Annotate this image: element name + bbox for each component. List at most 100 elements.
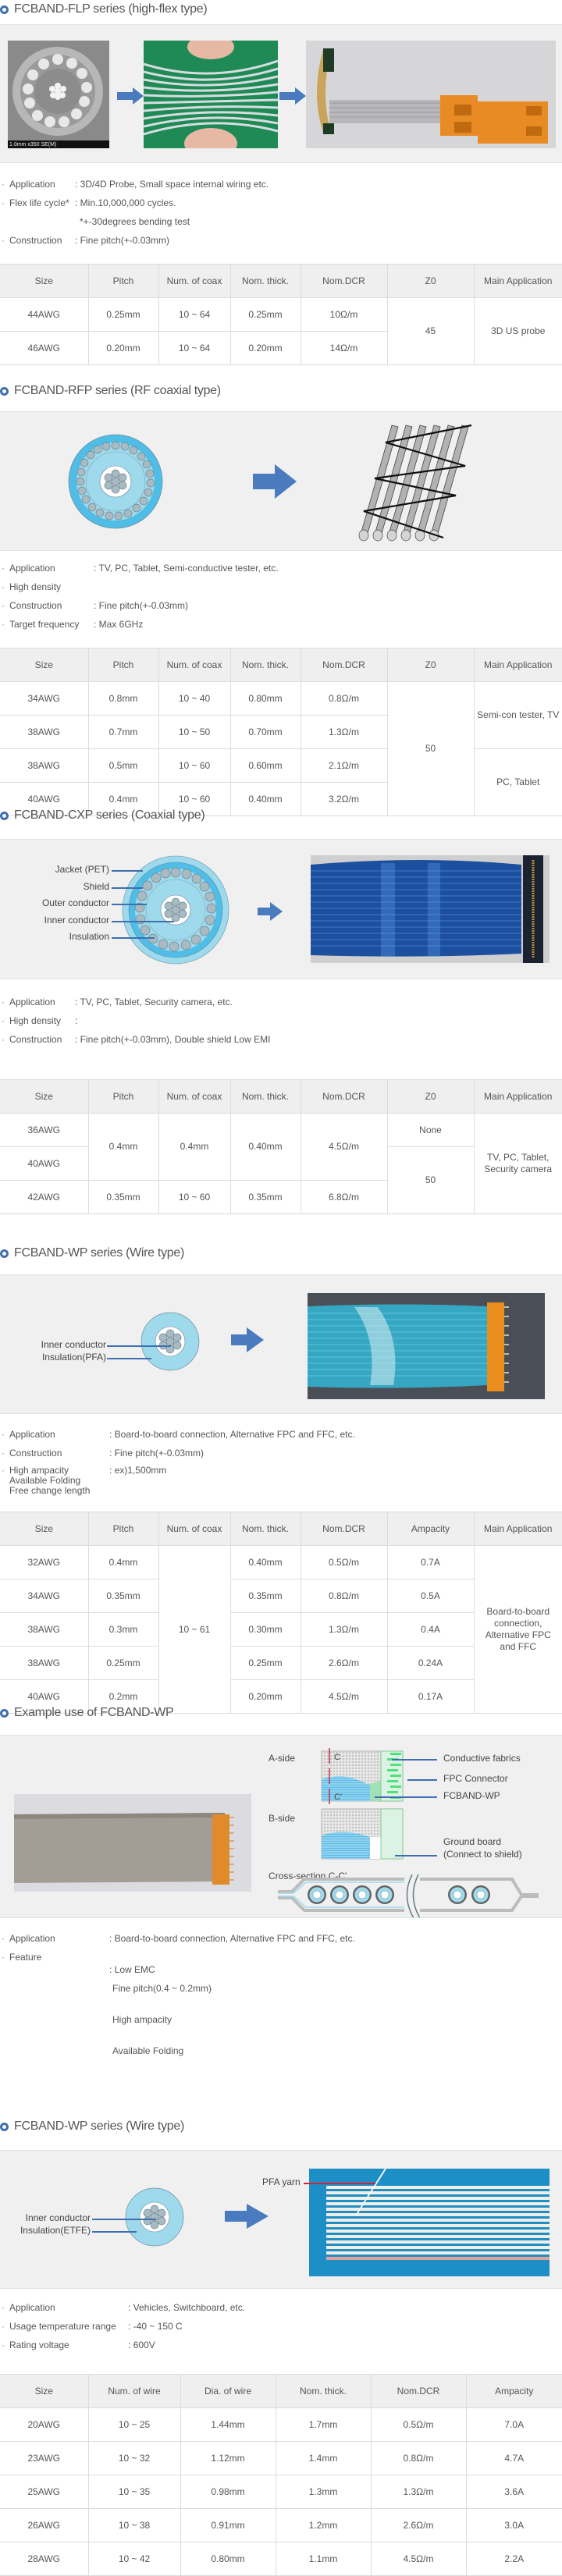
flex-wires-icon <box>144 41 278 148</box>
bullet-ring-icon <box>0 811 9 820</box>
bullet-ring-icon <box>0 1708 9 1718</box>
section-title: FCBAND-WP series (Wire type) <box>0 1245 184 1262</box>
table-row: 38AWG 0.5mm 10 ~ 60 0.60mm 2.1Ω/m PC, Tablet <box>0 748 562 816</box>
table-row: 25AWG 10 ~ 35 0.98mm 1.3mm 1.3Ω/m 3.6A <box>0 2475 562 2509</box>
coax-layers-icon <box>122 855 229 965</box>
spec-item: · Target frequency: Max 6GHz <box>2 619 144 630</box>
product-figure: 1.0mm x350 SE(M) <box>0 24 562 163</box>
label-jacket: Jacket (PET) <box>55 864 109 875</box>
spec-item: · Construction : Fine pitch(+-0.03mm) <box>2 235 170 246</box>
label-shield: Shield <box>83 881 109 892</box>
bullet-ring-icon <box>0 2122 9 2131</box>
leader-line <box>375 1796 437 1798</box>
right-arrow-icon <box>258 902 283 921</box>
twisted-cable-icon <box>358 424 472 542</box>
spec-item: · Construction: Fine pitch(+-0.03mm), Dou… <box>2 1034 271 1045</box>
spec-list: · Application: TV, PC, Tablet, Semi-condu… <box>0 562 562 637</box>
label-insulation: Insulation <box>69 931 109 942</box>
table-row: 44AWG 0.25mm 10 ~ 64 0.25mm 10Ω/m 45 3D US pr… <box>0 297 562 365</box>
spec-item: · Usage temperature range: -40 ~ 150 C <box>2 2321 183 2332</box>
table-header-row: Size Pitch Num. of coax Nom. thick. Nom.DCR A… <box>0 1512 562 1546</box>
product-figure <box>0 411 562 551</box>
leader-line <box>112 904 147 905</box>
table-header-row: Size Num. of wire Dia. of wire Nom. thick. N… <box>0 2374 562 2408</box>
spec-item: · Rating voltage: 600V <box>2 2340 155 2350</box>
leader-line <box>407 1779 437 1781</box>
leader-line <box>112 937 155 939</box>
spec-item: · Application : 3D/4D Probe, Small space… <box>2 179 269 190</box>
label-mark-c-prime: C' <box>334 1793 343 1802</box>
section-title: FCBAND-RFP series (RF coaxial type) <box>0 382 221 400</box>
table-row: 26AWG 10 ~ 38 0.91mm 1.2mm 2.6Ω/m 3.0A <box>0 2508 562 2542</box>
spec-item: · Application: TV, PC, Tablet, Semi-condu… <box>2 563 279 574</box>
spec-table-wp-etfe: Size Num. of wire Dia. of wire Nom. thick. N… <box>0 2374 562 2576</box>
shielded-cable-photo <box>14 1794 251 1892</box>
label-outer-conductor: Outer conductor <box>41 897 109 908</box>
label-inner-conductor: Inner conductor <box>44 915 109 926</box>
leader-line <box>112 921 174 922</box>
flex-cable-photo <box>144 41 278 148</box>
spec-list: · Application: Board-to-board connection,… <box>0 1932 562 2076</box>
right-arrow-icon <box>231 1327 264 1352</box>
right-arrow-icon <box>279 87 306 105</box>
cross-section-diagram-icon <box>278 1874 539 1917</box>
callout-ground-board: Ground board (Connect to shield) <box>443 1836 522 1860</box>
bullet-ring-icon <box>0 1249 9 1258</box>
product-figure: A-side B-side C C' Conductive fabrics FP… <box>0 1735 562 1918</box>
sem-cable-icon <box>8 41 109 148</box>
section-title: Example use of FCBAND-WP <box>0 1704 174 1721</box>
leader-line <box>395 1855 437 1856</box>
spec-table-cxp: Size Pitch Num. of coax Nom. thick. Nom.DCR Z… <box>0 1079 562 1214</box>
section-wp-etfe: FCBAND-WP series (Wire type) Inner condu… <box>0 2083 562 2576</box>
table-row: 32AWG 0.4mm 10 ~ 61 0.40mm 0.5Ω/m 0.7A Boar… <box>0 1545 562 1714</box>
leader-line <box>112 870 143 872</box>
spec-list: · Application : 3D/4D Probe, Small space… <box>0 178 562 253</box>
table-header-row: Size Pitch Num. of coax Nom. thick. Nom.DCR Z… <box>0 648 562 682</box>
section-cxp: FCBAND-CXP series (Coaxial type) Jacket … <box>0 796 562 1217</box>
leader-line <box>92 2219 156 2220</box>
cyan-ribbon-cable-photo <box>308 1293 545 1399</box>
blue-ribbon-cable-photo <box>311 855 550 963</box>
spec-list: · Application: Vehicles, Switchboard, etc… <box>0 2301 562 2357</box>
shielded-cable-icon <box>14 1794 251 1892</box>
spec-item: · Feature : Low EMC Fine pitch(0.4 ~ 0.2m… <box>2 1952 212 2056</box>
leader-line <box>92 2231 137 2233</box>
cyan-ribbon-cable-icon <box>308 1293 545 1399</box>
label-insulation: Insulation(PFA) <box>41 1352 106 1363</box>
spec-table-rfp: Size Pitch Num. of coax Nom. thick. Nom.DCR Z… <box>0 648 562 816</box>
section-title: FCBAND-FLP series (high-flex type) <box>0 1 208 18</box>
spec-item: · Application: Vehicles, Switchboard, etc… <box>2 2302 246 2313</box>
photo-caption: 1.0mm x350 SE(M) <box>9 142 57 147</box>
leader-line <box>392 1759 437 1761</box>
spec-item: · Application: Board-to-board connection,… <box>2 1933 355 1944</box>
label-b-side: B-side <box>269 1813 296 1824</box>
table-row: 36AWG 0.4mm 0.4mm 0.40mm 4.5Ω/m None TV,… <box>0 1113 562 1214</box>
white-wire-ribbon-photo <box>309 2169 550 2276</box>
blue-ribbon-cable-icon <box>311 855 550 963</box>
spec-item: · High ampacity Available Folding Free ch… <box>2 1465 167 1496</box>
label-mark-c: C <box>334 1753 340 1762</box>
callout-fpc-connector: FPC Connector <box>443 1773 508 1784</box>
wire-cross-section-icon <box>125 2187 184 2247</box>
label-inner-conductor: Inner conductor <box>25 2212 91 2223</box>
sem-cross-section-photo: 1.0mm x350 SE(M) <box>8 41 109 148</box>
label-insulation: Insulation(ETFE) <box>20 2225 91 2236</box>
bullet-ring-icon <box>0 386 9 396</box>
spec-item: · Flex life cycle* : Min.10,000,000 cycl… <box>2 197 190 227</box>
product-figure: Jacket (PET) Shield Outer conductor Inne… <box>0 839 562 979</box>
label-a-side: A-side <box>269 1753 296 1764</box>
bullet-ring-icon <box>0 5 9 14</box>
section-wp: FCBAND-WP series (Wire type) Inner condu… <box>0 1217 562 1714</box>
section-title: FCBAND-CXP series (Coaxial type) <box>0 807 205 824</box>
table-row: 23AWG 10 ~ 32 1.12mm 1.4mm 0.8Ω/m 4.7A <box>0 2441 562 2475</box>
right-arrow-icon <box>253 464 297 499</box>
leader-line <box>107 1358 151 1359</box>
table-row: 28AWG 10 ~ 42 0.80mm 1.1mm 4.5Ω/m 2.2A <box>0 2542 562 2576</box>
table-row: 34AWG 0.8mm 10 ~ 40 0.80mm 0.8Ω/m 50 Semi-con… <box>0 681 562 816</box>
probe-assembly-icon <box>306 41 556 148</box>
table-header-row: Size Pitch Num. of coax Nom. thick. Nom.DCR Z… <box>0 264 562 298</box>
spec-item: · Construction: Fine pitch(+-0.03mm) <box>2 1448 205 1459</box>
section-example: Example use of FCBAND-WP A-side B-side C… <box>0 1651 562 2083</box>
section-rfp: FCBAND-RFP series (RF coaxial type) · App… <box>0 343 562 816</box>
label-pfa-yarn: PFA yarn <box>262 2176 301 2187</box>
